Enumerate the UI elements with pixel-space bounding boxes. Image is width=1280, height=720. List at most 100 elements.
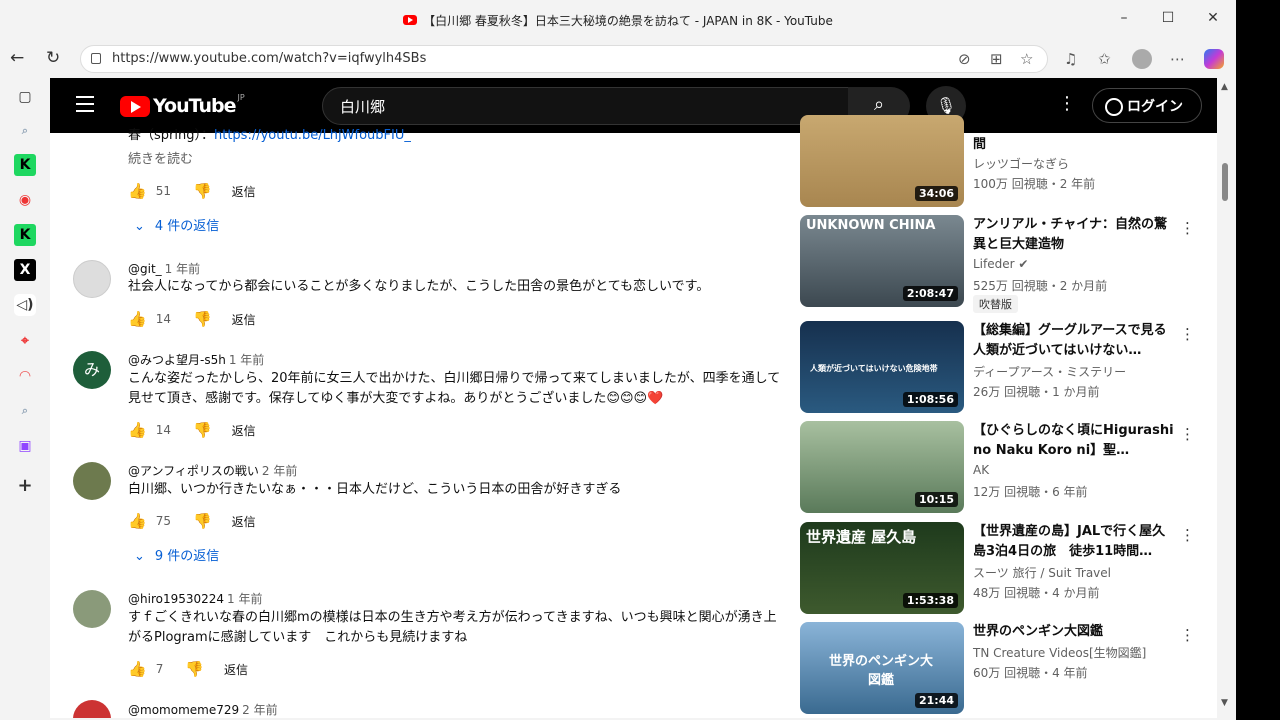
reply-button[interactable]: 返信	[232, 183, 256, 200]
reply-button[interactable]: 返信	[232, 513, 256, 530]
speaker-icon[interactable]: ◁)	[14, 294, 36, 316]
channel-name[interactable]: ディープアース・ミステリー	[973, 363, 1126, 380]
close-button[interactable]: ✕	[1198, 10, 1228, 26]
video-thumbnail[interactable]: 世界のペンギン大図鑑 21:44	[800, 622, 964, 714]
apps-icon[interactable]: ⊞	[990, 50, 1003, 68]
comment-author[interactable]: @アンフィポリスの戦い 2 年前	[128, 462, 297, 479]
video-title[interactable]: 【総集編】グーグルアースで見る人類が近づいてはいけない…	[973, 321, 1178, 361]
comment-actions: 👍 51 👎 返信	[128, 182, 256, 200]
video-title[interactable]: 【ひぐらしのなく頃にHigurashi no Naku Koro ni】聖…	[973, 421, 1178, 461]
gauge-icon[interactable]: ◠	[14, 365, 36, 387]
media-icon[interactable]: ♫	[1064, 50, 1077, 68]
thumbs-up-icon[interactable]: 👍	[128, 512, 147, 530]
kick-icon[interactable]: K	[14, 154, 36, 176]
thumbs-down-icon[interactable]: 👎	[193, 421, 212, 439]
comment-author[interactable]: @みつよ望月-s5h 1 年前	[128, 351, 264, 368]
video-thumbnail[interactable]: 34:06	[800, 115, 964, 207]
channel-name[interactable]: Lifeder ✔	[973, 257, 1028, 271]
play-icon	[120, 95, 150, 117]
video-title[interactable]: アンリアル・チャイナ：自然の驚異と巨大建造物	[973, 215, 1178, 255]
view-replies-button[interactable]: ⌄ 4 件の返信	[134, 215, 219, 234]
twitch-icon[interactable]: ▣	[14, 435, 36, 457]
thumbs-up-icon[interactable]: 👍	[128, 182, 147, 200]
video-thumbnail[interactable]: 10:15	[800, 421, 964, 513]
avatar[interactable]	[73, 260, 111, 298]
settings-kebab-icon[interactable]: ⋮	[1058, 93, 1076, 114]
avatar[interactable]	[73, 462, 111, 500]
more-actions-icon[interactable]: ⋮	[1180, 626, 1195, 644]
more-menu-icon[interactable]: ⋯	[1170, 50, 1185, 68]
video-meta: 12万 回視聴・6 年前	[973, 485, 1088, 499]
more-actions-icon[interactable]: ⋮	[1180, 526, 1195, 544]
thumbs-up-icon[interactable]: 👍	[128, 310, 147, 328]
search-input[interactable]: 白川郷	[322, 87, 849, 125]
translate-icon[interactable]: ⊘	[958, 50, 971, 68]
channel-name[interactable]: スーツ 旅行 / Suit Travel	[973, 564, 1111, 581]
recommended-video[interactable]: 世界のペンギン大図鑑 21:44 世界のペンギン大図鑑 TN Creature …	[800, 622, 1200, 714]
tab-actions-icon[interactable]: ▢	[14, 86, 36, 108]
video-title[interactable]: 世界のペンギン大図鑑	[973, 622, 1178, 642]
video-title[interactable]: 【世界遺産の島】JALで行く屋久島3泊4日の旅 徒歩11時間…	[973, 522, 1178, 562]
channel-name[interactable]: TN Creature Videos[生物図鑑]	[973, 644, 1146, 661]
video-thumbnail[interactable]: 人類が近づいてはいけない危険地帯 1:08:56	[800, 321, 964, 413]
comment-text: こんな姿だったかしら、20年前に女三人で出かけた、白川郷日帰りで帰って来てしまい…	[128, 371, 781, 406]
youtube-logo[interactable]: YouTube JP	[120, 93, 245, 117]
add-icon[interactable]: +	[14, 475, 36, 497]
recommended-video[interactable]: UNKNOWN CHINA 2:08:47 アンリアル・チャイナ：自然の驚異と巨…	[800, 215, 1200, 313]
x-icon[interactable]: X	[14, 259, 36, 281]
recommended-video[interactable]: 10:15 【ひぐらしのなく頃にHigurashi no Naku Koro n…	[800, 421, 1200, 513]
back-button[interactable]: ←	[10, 48, 24, 68]
thumbs-up-icon[interactable]: 👍	[128, 660, 147, 678]
search-icon[interactable]: ⌕	[14, 120, 36, 142]
comment-author[interactable]: @hiro19530224 1 年前	[128, 590, 262, 607]
reply-button[interactable]: 返信	[232, 311, 256, 328]
avatar[interactable]	[73, 700, 111, 718]
microphone-icon: 🎙	[935, 96, 957, 115]
view-replies-button[interactable]: ⌄ 9 件の返信	[134, 545, 219, 564]
more-actions-icon[interactable]: ⋮	[1180, 425, 1195, 443]
favorite-star-icon[interactable]: ☆	[1020, 50, 1033, 68]
kick-icon[interactable]: K	[14, 224, 36, 246]
video-thumbnail[interactable]: 世界遺産 屋久島 1:53:38	[800, 522, 964, 614]
channel-name[interactable]: レッツゴーなぎら	[973, 155, 1069, 172]
thumbs-down-icon[interactable]: 👎	[185, 660, 204, 678]
comment-author[interactable]: @git_ 1 年前	[128, 260, 200, 277]
copilot-icon[interactable]	[1204, 49, 1224, 69]
browser-sidebar: ▢ ⌕ K ◉ K X ◁) ⌖ ◠ ⌕ ▣ +	[0, 78, 50, 720]
comment-link[interactable]: https://youtu.be/LhjWfoubFIU_	[214, 128, 411, 143]
video-thumbnail[interactable]: UNKNOWN CHINA 2:08:47	[800, 215, 964, 307]
page-scrollbar[interactable]: ▲ ▼	[1217, 78, 1236, 720]
avatar[interactable]	[73, 590, 111, 628]
search-icon[interactable]: ⌕	[14, 400, 36, 422]
thumbs-down-icon[interactable]: 👎	[193, 310, 212, 328]
comment-author[interactable]: @momomeme729 2 年前	[128, 701, 278, 718]
minimize-button[interactable]: –	[1109, 10, 1139, 26]
map-pin-icon[interactable]: ⌖	[14, 330, 36, 352]
channel-name[interactable]: AK	[973, 463, 989, 477]
thumbs-down-icon[interactable]: 👎	[193, 182, 212, 200]
recommended-video[interactable]: 34:06 間 レッツゴーなぎら 100万 回視聴・2 年前	[800, 115, 1200, 207]
comment-actions: 👍 7 👎 返信	[128, 660, 249, 678]
maximize-button[interactable]: ☐	[1153, 10, 1183, 26]
thumbs-up-icon[interactable]: 👍	[128, 421, 147, 439]
recommended-video[interactable]: 人類が近づいてはいけない危険地帯 1:08:56 【総集編】グーグルアースで見る…	[800, 321, 1200, 413]
reply-button[interactable]: 返信	[232, 422, 256, 439]
avatar[interactable]: み	[73, 351, 111, 389]
thumbs-down-icon[interactable]: 👎	[193, 512, 212, 530]
more-actions-icon[interactable]: ⋮	[1180, 325, 1195, 343]
menu-icon[interactable]	[76, 96, 94, 117]
more-actions-icon[interactable]: ⋮	[1180, 219, 1195, 237]
favorites-icon[interactable]: ✩	[1098, 50, 1111, 68]
recommended-video[interactable]: 世界遺産 屋久島 1:53:38 【世界遺産の島】JALで行く屋久島3泊4日の旅…	[800, 522, 1200, 614]
read-more-button[interactable]: 続きを読む	[128, 150, 788, 170]
scrollbar-thumb[interactable]	[1222, 163, 1228, 201]
scroll-down-icon[interactable]: ▼	[1221, 698, 1228, 708]
scroll-up-icon[interactable]: ▲	[1221, 82, 1228, 92]
app-icon[interactable]: ◉	[14, 189, 36, 211]
reply-button[interactable]: 返信	[224, 661, 248, 678]
profile-avatar[interactable]	[1132, 49, 1152, 69]
refresh-button[interactable]: ↻	[46, 48, 60, 68]
video-title[interactable]: 間	[973, 135, 1178, 155]
address-bar[interactable]: https://www.youtube.com/watch?v=iqfwylh4…	[80, 45, 1048, 73]
browser-window: 【白川郷 春夏秋冬】日本三大秘境の絶景を訪ねて - JAPAN in 8K - …	[0, 0, 1236, 720]
